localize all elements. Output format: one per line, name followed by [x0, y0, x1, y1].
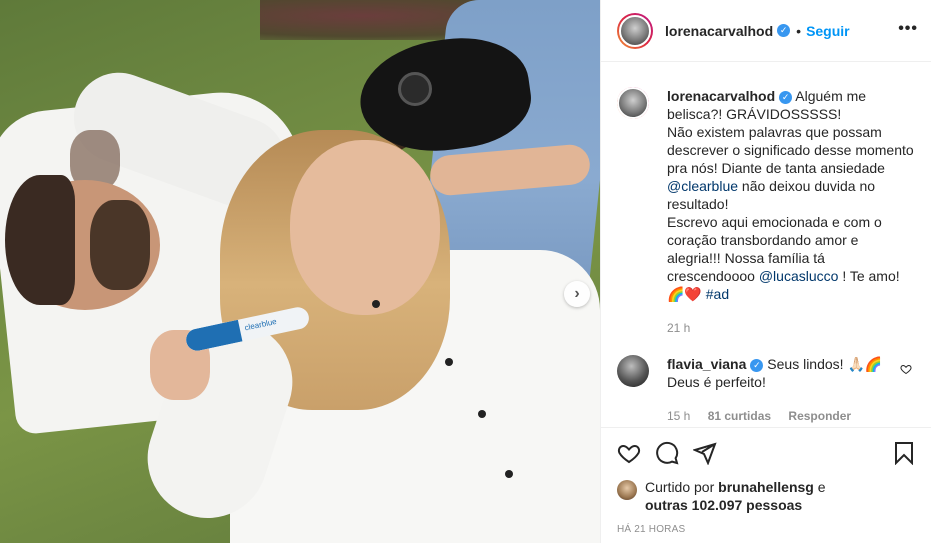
more-options-icon[interactable]: ••• — [898, 20, 918, 38]
post-header: lorenacarvalhod ✓ • Seguir ••• — [601, 0, 931, 62]
photo-guitar-hole — [398, 72, 432, 106]
shirt-button — [478, 410, 486, 418]
heart-icon[interactable] — [617, 441, 641, 465]
photo-man-hair — [5, 175, 75, 305]
liker-avatar[interactable] — [617, 480, 637, 500]
comments-section: lorenacarvalhod ✓ Alguém me belisca?! GRÁ… — [601, 63, 931, 427]
comment-text: Deus é perfeito! — [667, 374, 766, 390]
comment-text: Seus lindos! 🙏🏻🌈 — [767, 356, 883, 372]
avatar[interactable] — [619, 14, 651, 47]
liked-by-text: Curtido por brunahellensg e outras 102.0… — [645, 478, 826, 514]
comment-avatar[interactable] — [617, 355, 649, 387]
header-username[interactable]: lorenacarvalhod — [665, 23, 773, 39]
story-ring[interactable] — [617, 12, 653, 49]
caption-emoji: 🌈❤️ — [667, 286, 702, 302]
comment-likes[interactable]: 81 curtidas — [708, 409, 771, 423]
bookmark-icon[interactable] — [892, 441, 916, 465]
comment-username[interactable]: flavia_viana — [667, 356, 746, 372]
follow-button[interactable]: Seguir — [806, 23, 850, 39]
caption-body: lorenacarvalhod ✓ Alguém me belisca?! GRÁ… — [667, 87, 916, 337]
caption-text: ! Te amo! — [842, 268, 900, 284]
comment: flavia_viana ✓ Seus lindos! 🙏🏻🌈 Deus é pe… — [617, 355, 916, 425]
separator-dot: • — [796, 22, 802, 39]
shirt-button — [505, 470, 513, 478]
mention-link[interactable]: @lucaslucco — [759, 268, 839, 284]
verified-icon: ✓ — [779, 90, 793, 104]
comment-icon[interactable] — [655, 441, 679, 465]
caption-username[interactable]: lorenacarvalhod — [667, 88, 775, 104]
liked-by: Curtido por brunahellensg e outras 102.0… — [617, 478, 916, 514]
caption-time[interactable]: 21 h — [667, 321, 690, 335]
share-icon[interactable] — [693, 441, 717, 465]
photo-woman-face — [290, 140, 440, 315]
shirt-button — [372, 300, 380, 308]
caption-meta: 21 h — [667, 319, 916, 337]
carousel-next-button[interactable]: › — [564, 281, 590, 307]
pregnancy-test-label: clearblue — [243, 316, 278, 333]
action-icons — [617, 438, 916, 468]
post-photo[interactable]: clearblue — [0, 0, 600, 543]
mention-link[interactable]: @clearblue — [667, 178, 738, 194]
liked-by-user[interactable]: brunahellensg — [718, 479, 814, 495]
liked-by-prefix: Curtido por — [645, 479, 715, 495]
comment-time[interactable]: 15 h — [667, 409, 690, 423]
post-actions: Curtido por brunahellensg e outras 102.0… — [601, 427, 931, 543]
hashtag-link[interactable]: #ad — [706, 286, 729, 302]
verified-icon: ✓ — [777, 24, 791, 37]
liked-by-and: e — [817, 479, 826, 495]
reply-button[interactable]: Responder — [788, 409, 851, 423]
post-side-panel: lorenacarvalhod ✓ • Seguir ••• lorenacar… — [600, 0, 931, 543]
comment-like-heart-icon[interactable] — [900, 363, 912, 378]
chevron-right-icon: › — [574, 285, 580, 302]
comment-meta: 15 h 81 curtidas Responder — [667, 407, 882, 425]
liked-by-others[interactable]: outras 102.097 pessoas — [645, 497, 802, 513]
verified-icon: ✓ — [750, 358, 764, 372]
caption: lorenacarvalhod ✓ Alguém me belisca?! GRÁ… — [617, 87, 916, 337]
photo-man-beard — [90, 200, 150, 290]
post-timestamp[interactable]: HÁ 21 HORAS — [617, 524, 916, 535]
caption-text: Não existem palavras que possam descreve… — [667, 124, 914, 176]
caption-story-ring[interactable] — [617, 87, 649, 119]
comment-body: flavia_viana ✓ Seus lindos! 🙏🏻🌈 Deus é pe… — [667, 355, 882, 425]
caption-avatar[interactable] — [617, 87, 649, 119]
shirt-button — [445, 358, 453, 366]
